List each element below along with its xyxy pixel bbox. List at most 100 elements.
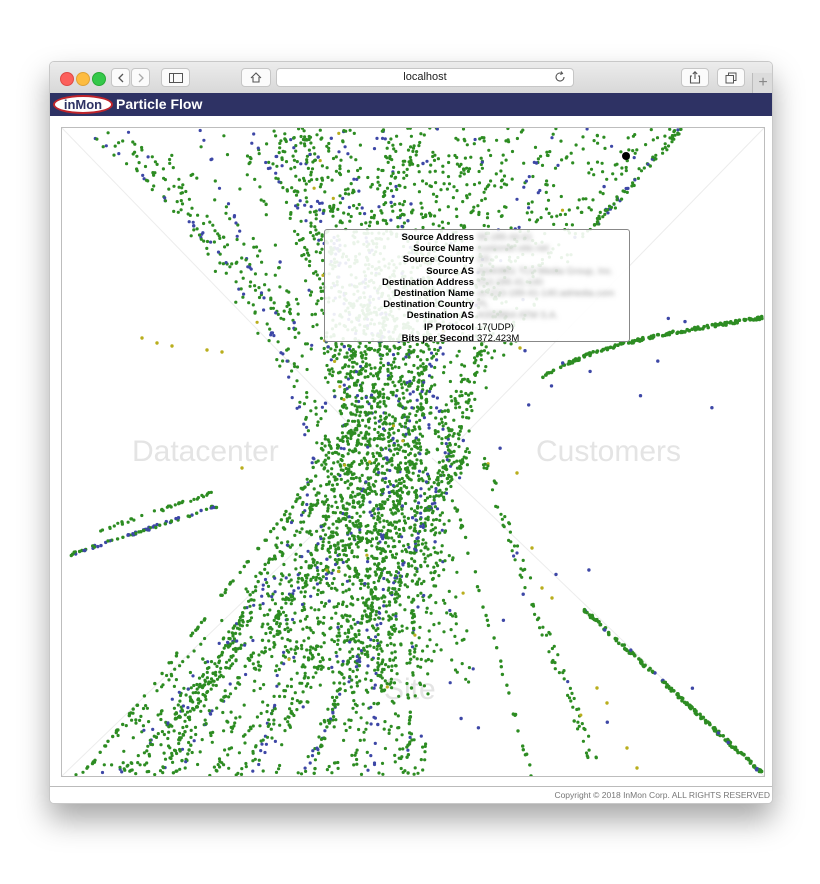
flow-particle[interactable]: [244, 587, 248, 591]
flow-particle[interactable]: [423, 367, 428, 371]
flow-particle[interactable]: [351, 431, 356, 435]
flow-particle[interactable]: [139, 714, 143, 719]
flow-particle[interactable]: [432, 584, 436, 588]
flow-particle[interactable]: [283, 655, 287, 659]
flow-particle[interactable]: [363, 212, 367, 216]
flow-particle[interactable]: [316, 622, 320, 626]
flow-particle[interactable]: [412, 772, 416, 776]
flow-particle[interactable]: [243, 664, 247, 668]
flow-particle[interactable]: [499, 659, 503, 663]
flow-particle[interactable]: [455, 509, 459, 513]
flow-particle[interactable]: [375, 623, 379, 627]
flow-particle[interactable]: [479, 358, 483, 362]
flow-particle[interactable]: [314, 503, 318, 507]
flow-particle[interactable]: [195, 704, 199, 709]
flow-particle[interactable]: [267, 288, 271, 292]
flow-particle[interactable]: [364, 221, 368, 225]
flow-particle[interactable]: [369, 617, 373, 621]
flow-particle[interactable]: [376, 673, 380, 678]
flow-particle[interactable]: [393, 202, 397, 206]
flow-particle[interactable]: [387, 413, 391, 417]
flow-particle[interactable]: [516, 729, 520, 733]
flow-particle[interactable]: [480, 198, 484, 202]
flow-particle[interactable]: [302, 655, 306, 659]
flow-particle[interactable]: [392, 681, 397, 685]
flow-particle[interactable]: [256, 660, 260, 664]
flow-particle[interactable]: [296, 771, 300, 775]
flow-particle[interactable]: [388, 600, 392, 604]
flow-particle[interactable]: [358, 424, 362, 428]
flow-particle[interactable]: [369, 722, 373, 726]
flow-particle[interactable]: [434, 487, 438, 491]
flow-particle[interactable]: [308, 135, 313, 139]
flow-particle[interactable]: [390, 204, 394, 208]
flow-particle[interactable]: [177, 177, 181, 181]
flow-particle[interactable]: [135, 167, 139, 171]
flow-particle[interactable]: [500, 179, 504, 183]
flow-particle[interactable]: [410, 533, 414, 537]
flow-particle[interactable]: [404, 421, 408, 425]
flow-particle[interactable]: [419, 657, 423, 662]
flow-particle[interactable]: [484, 386, 488, 390]
flow-particle[interactable]: [368, 500, 372, 504]
flow-particle[interactable]: [354, 476, 358, 480]
flow-particle[interactable]: [281, 359, 285, 363]
flow-particle[interactable]: [376, 668, 380, 672]
flow-particle[interactable]: [620, 166, 624, 170]
flow-particle[interactable]: [318, 251, 322, 255]
flow-particle[interactable]: [552, 222, 556, 226]
flow-particle[interactable]: [285, 188, 289, 192]
flow-particle[interactable]: [306, 755, 310, 759]
flow-particle[interactable]: [356, 168, 360, 173]
flow-particle[interactable]: [218, 261, 222, 265]
flow-particle[interactable]: [361, 641, 365, 645]
flow-particle[interactable]: [253, 288, 258, 292]
flow-particle[interactable]: [376, 541, 380, 545]
flow-particle[interactable]: [425, 606, 429, 610]
flow-particle[interactable]: [408, 526, 412, 530]
flow-particle[interactable]: [390, 366, 394, 370]
flow-particle[interactable]: [467, 416, 471, 420]
flow-particle[interactable]: [364, 480, 368, 484]
flow-particle[interactable]: [418, 140, 422, 145]
flow-particle[interactable]: [355, 380, 359, 384]
flow-particle[interactable]: [322, 633, 327, 637]
flow-particle[interactable]: [325, 725, 329, 729]
flow-particle[interactable]: [251, 303, 255, 307]
flow-particle[interactable]: [359, 351, 363, 355]
flow-particle[interactable]: [224, 271, 228, 275]
flow-particle[interactable]: [521, 744, 525, 748]
flow-particle[interactable]: [419, 132, 423, 136]
flow-particle[interactable]: [373, 525, 377, 529]
flow-particle[interactable]: [178, 693, 183, 698]
flow-particle[interactable]: [434, 531, 438, 535]
flow-particle[interactable]: [481, 605, 485, 609]
flow-particle[interactable]: [209, 660, 214, 664]
flow-particle[interactable]: [191, 220, 195, 224]
flow-particle[interactable]: [249, 610, 253, 614]
flow-particle[interactable]: [282, 309, 286, 313]
flow-particle[interactable]: [324, 514, 328, 518]
flow-particle[interactable]: [380, 571, 384, 575]
flow-particle[interactable]: [412, 378, 416, 382]
flow-particle[interactable]: [348, 519, 352, 523]
flow-particle[interactable]: [300, 555, 304, 559]
flow-particle[interactable]: [428, 411, 432, 415]
flow-particle[interactable]: [353, 350, 357, 354]
flow-particle[interactable]: [452, 185, 456, 189]
flow-particle[interactable]: [256, 331, 260, 335]
flow-particle[interactable]: [425, 159, 429, 163]
flow-particle[interactable]: [161, 683, 165, 687]
flow-particle[interactable]: [259, 571, 263, 576]
flow-particle[interactable]: [267, 339, 271, 343]
flow-particle[interactable]: [366, 538, 370, 543]
flow-particle[interactable]: [273, 576, 277, 580]
flow-particle[interactable]: [224, 211, 228, 215]
flow-particle[interactable]: [196, 762, 200, 767]
flow-particle[interactable]: [375, 504, 379, 508]
flow-particle[interactable]: [331, 568, 335, 572]
flow-particle[interactable]: [384, 219, 388, 223]
flow-particle[interactable]: [280, 592, 284, 596]
flow-particle[interactable]: [194, 690, 198, 695]
flow-particle[interactable]: [377, 606, 382, 610]
